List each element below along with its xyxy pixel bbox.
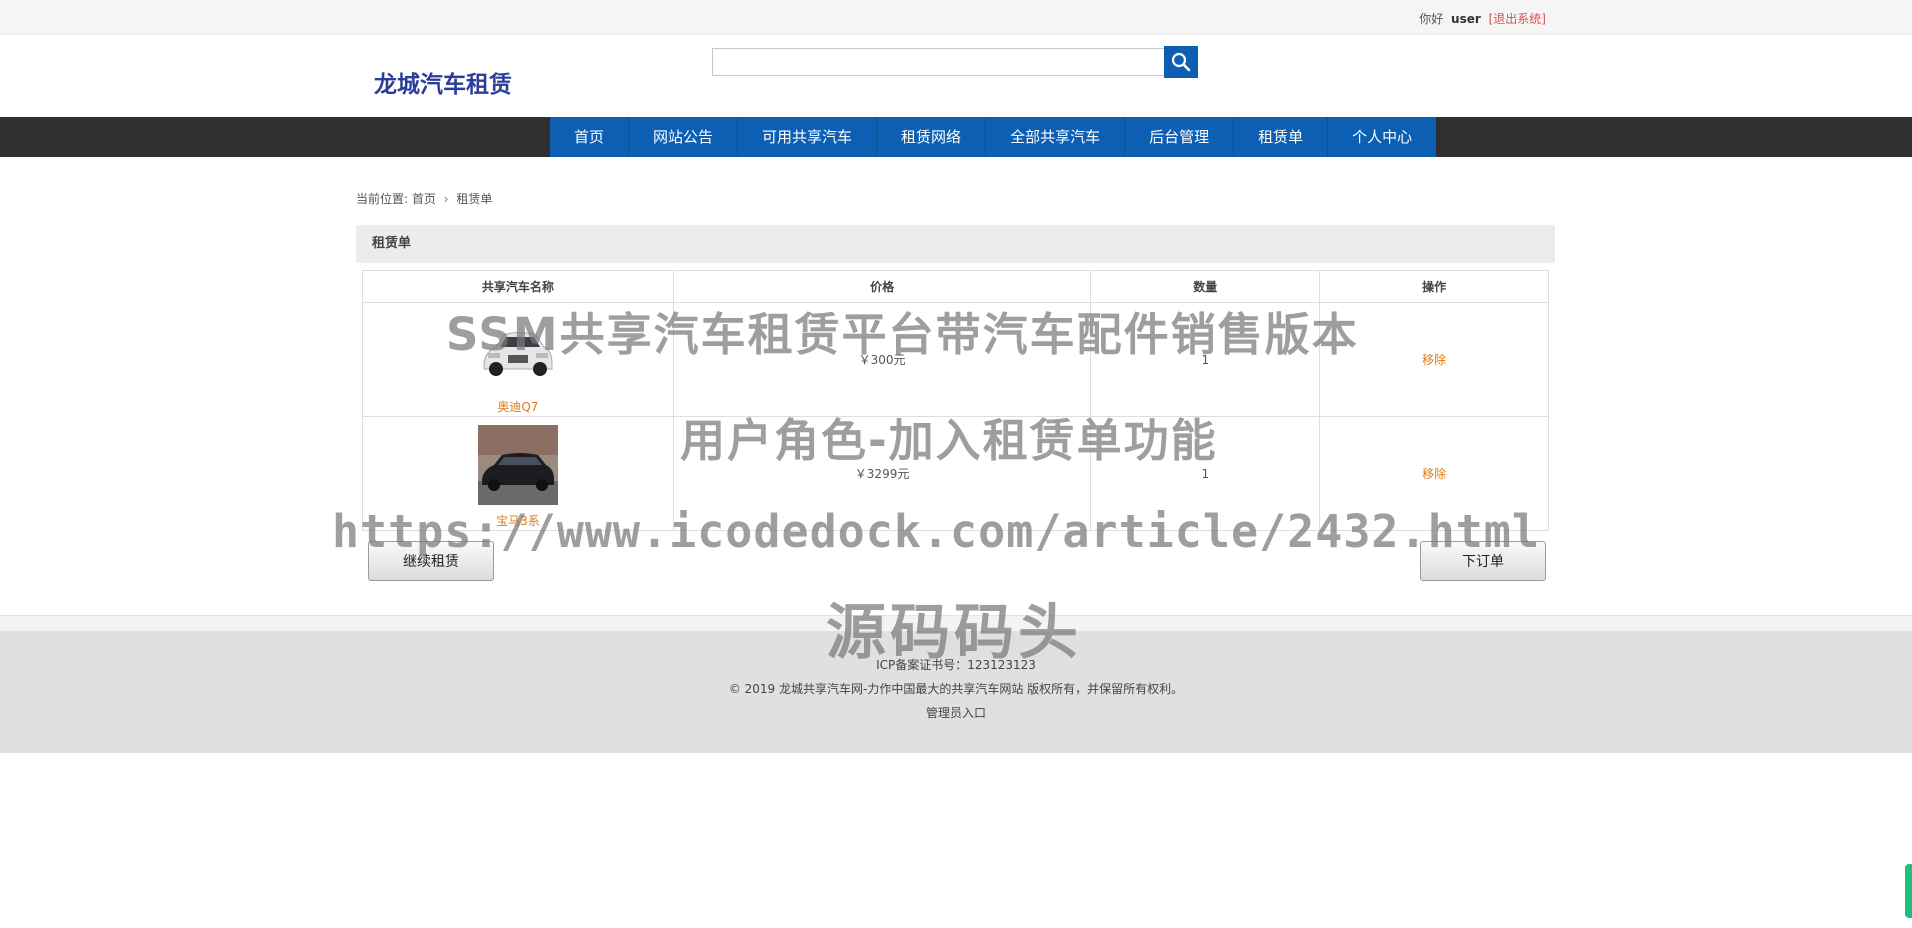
breadcrumb-home[interactable]: 首页 bbox=[412, 192, 436, 206]
qty-cell: 1 bbox=[1090, 302, 1321, 417]
nav-bar: 首页 网站公告 可用共享汽车 租赁网络 全部共享汽车 后台管理 租赁单 个人中心 bbox=[0, 117, 1912, 157]
site-logo[interactable]: 龙城汽车租赁 bbox=[374, 65, 512, 99]
col-header-price: 价格 bbox=[672, 270, 1092, 303]
search-bar bbox=[712, 46, 1198, 78]
car-name-link[interactable]: 宝马3系 bbox=[364, 512, 672, 529]
car-icon bbox=[477, 311, 558, 391]
greeting-text: 你好 bbox=[1419, 12, 1444, 26]
car-image[interactable] bbox=[477, 311, 558, 391]
car-image[interactable] bbox=[477, 425, 558, 505]
logout-link[interactable]: [退出系统] bbox=[1489, 12, 1546, 26]
action-cell: 移除 bbox=[1319, 416, 1549, 531]
continue-rental-button[interactable]: 继续租赁 bbox=[368, 541, 494, 581]
col-header-action: 操作 bbox=[1319, 270, 1549, 303]
nav-item-rental-orders[interactable]: 租赁单 bbox=[1234, 117, 1329, 157]
place-order-button[interactable]: 下订单 bbox=[1420, 541, 1546, 581]
nav-item-available-cars[interactable]: 可用共享汽车 bbox=[738, 117, 878, 157]
footer-copyright: © 2019 龙城共享汽车网-力作中国最大的共享汽车网站 版权所有，并保留所有权… bbox=[728, 682, 1184, 696]
search-button[interactable] bbox=[1164, 46, 1198, 78]
car-name-link[interactable]: 奥迪Q7 bbox=[364, 398, 672, 415]
nav-item-all-cars[interactable]: 全部共享汽车 bbox=[986, 117, 1126, 157]
table-row: 宝马3系 ￥3299元 1 移除 bbox=[362, 416, 1549, 531]
car-cell: 宝马3系 bbox=[362, 416, 674, 531]
username: user bbox=[1451, 12, 1481, 26]
car-icon bbox=[477, 425, 558, 505]
footer-icp: ICP备案证书号：123123123 bbox=[876, 658, 1036, 672]
price-cell: ￥3299元 bbox=[672, 416, 1092, 531]
footer-divider bbox=[0, 615, 1912, 632]
action-cell: 移除 bbox=[1319, 302, 1549, 417]
footer-admin-link[interactable]: 管理员入口 bbox=[0, 701, 1912, 725]
breadcrumb: 当前位置: 首页 › 租赁单 bbox=[356, 190, 1555, 207]
price-cell: ￥300元 bbox=[672, 302, 1092, 417]
login-status: 你好 user [退出系统] bbox=[1419, 10, 1546, 27]
search-icon bbox=[1171, 52, 1191, 72]
breadcrumb-current: 租赁单 bbox=[456, 192, 493, 206]
nav-item-home[interactable]: 首页 bbox=[550, 117, 630, 157]
remove-button[interactable]: 移除 bbox=[1422, 353, 1446, 367]
breadcrumb-prefix: 当前位置: bbox=[356, 192, 409, 206]
nav-item-profile[interactable]: 个人中心 bbox=[1328, 117, 1437, 157]
top-bar: 你好 user [退出系统] bbox=[0, 0, 1912, 35]
action-bar: 继续租赁 下订单 bbox=[356, 541, 1555, 601]
chevron-right-icon: › bbox=[443, 192, 449, 206]
search-input[interactable] bbox=[712, 48, 1164, 76]
col-header-name: 共享汽车名称 bbox=[362, 270, 674, 303]
nav-item-announcements[interactable]: 网站公告 bbox=[629, 117, 739, 157]
panel-title: 租赁单 bbox=[356, 225, 1555, 263]
remove-button[interactable]: 移除 bbox=[1422, 467, 1446, 481]
footer: ICP备案证书号：123123123 © 2019 龙城共享汽车网-力作中国最大… bbox=[0, 631, 1912, 753]
col-header-qty: 数量 bbox=[1090, 270, 1321, 303]
qty-cell: 1 bbox=[1090, 416, 1321, 531]
main-content: 当前位置: 首页 › 租赁单 租赁单 共享汽车名称 价格 数量 操作 奥迪Q7 … bbox=[356, 190, 1555, 601]
nav-item-rental-network[interactable]: 租赁网络 bbox=[877, 117, 987, 157]
main-nav: 首页 网站公告 可用共享汽车 租赁网络 全部共享汽车 后台管理 租赁单 个人中心 bbox=[550, 117, 1437, 157]
table-row: 奥迪Q7 ￥300元 1 移除 bbox=[362, 302, 1549, 417]
nav-item-admin[interactable]: 后台管理 bbox=[1125, 117, 1235, 157]
car-cell: 奥迪Q7 bbox=[362, 302, 674, 417]
side-widget-tab[interactable] bbox=[1905, 864, 1912, 918]
header: 龙城汽车租赁 bbox=[0, 35, 1912, 117]
rental-table: 共享汽车名称 价格 数量 操作 奥迪Q7 ￥300元 1 移除 宝马3系 ￥32… bbox=[362, 270, 1549, 531]
table-header-row: 共享汽车名称 价格 数量 操作 bbox=[362, 270, 1549, 303]
